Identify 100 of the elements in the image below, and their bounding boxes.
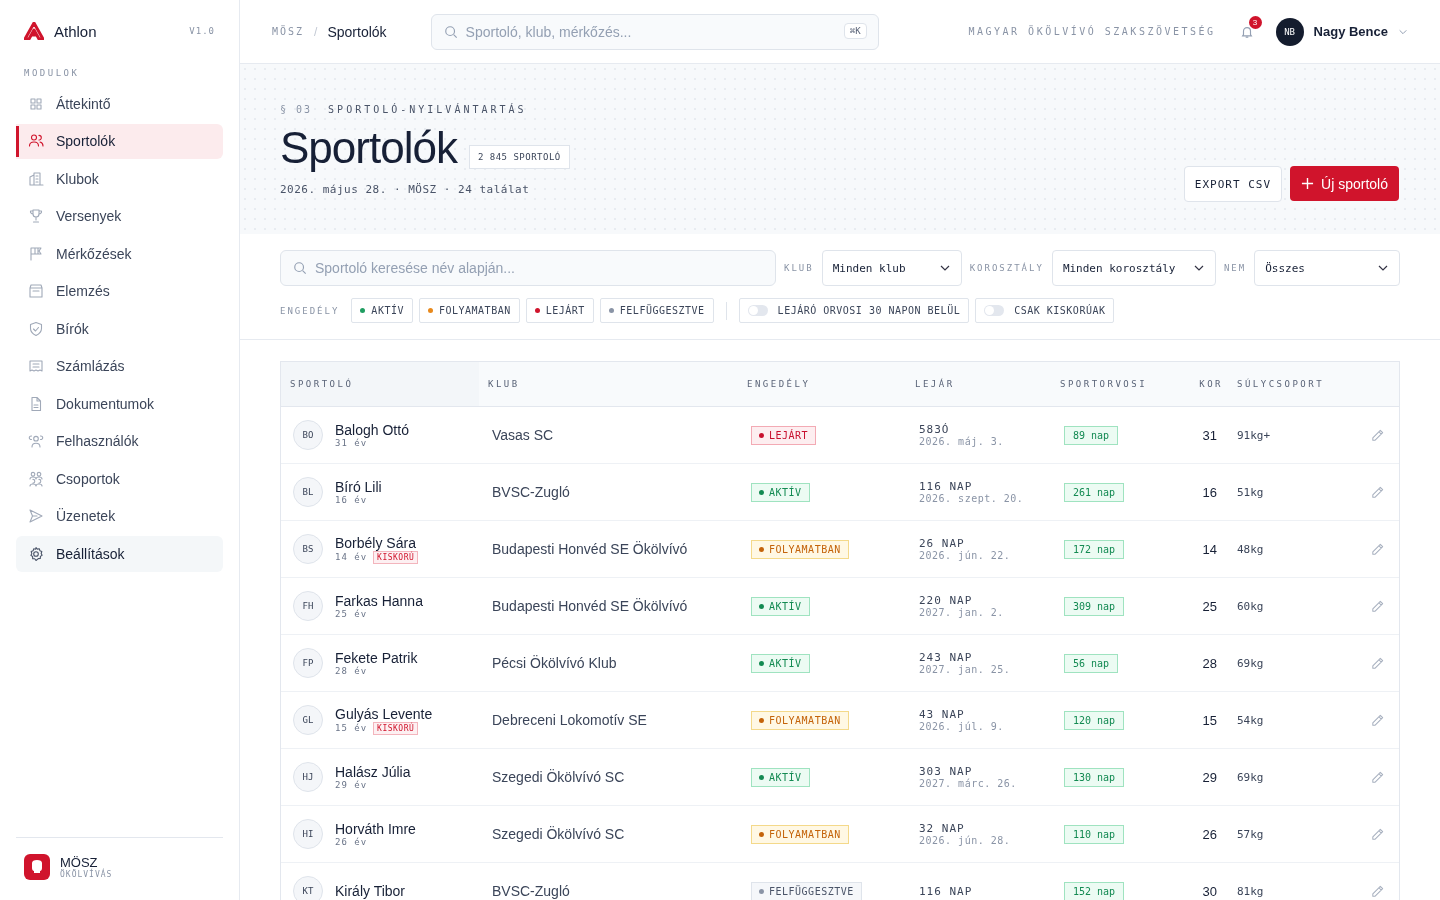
athlete-avatar: GL: [293, 705, 323, 735]
sidebar-item[interactable]: Elemzés: [16, 273, 223, 309]
age-value: 25: [1201, 597, 1218, 616]
athlete-search-field[interactable]: Sportoló keresése név alapján...: [280, 250, 776, 286]
club-name: Szegedi Ökölvívó SC: [491, 768, 626, 787]
club-name: BVSC-Zugló: [491, 882, 571, 900]
athlete-name[interactable]: Borbély Sára: [335, 534, 419, 551]
nav-icon: [28, 433, 44, 450]
expiry-date: 2027. jan. 25.: [919, 664, 1011, 675]
medical-validity: 261 nap: [1064, 482, 1125, 502]
athlete-name[interactable]: Farkas Hanna: [335, 593, 423, 609]
logo-icon: [24, 22, 44, 40]
edit-icon[interactable]: [1370, 541, 1385, 557]
edit-icon[interactable]: [1370, 598, 1385, 614]
club-name: Szegedi Ökölvívó SC: [491, 825, 626, 844]
club-name: Budapesti Honvéd SE Ökölvívó: [491, 597, 689, 616]
athlete-avatar: HI: [293, 819, 323, 849]
license-status: AKTÍV: [751, 653, 810, 673]
medical-validity: 56 nap: [1064, 653, 1119, 673]
sidebar-item[interactable]: Számlázás: [16, 348, 223, 384]
breadcrumb-separator: /: [314, 24, 318, 39]
weight-class: 54kg: [1236, 712, 1265, 729]
filter-dropdown[interactable]: Minden klub: [821, 250, 962, 286]
medical-validity: 172 nap: [1064, 539, 1125, 559]
age-value: 16: [1201, 483, 1218, 502]
status-filter-chip[interactable]: FOLYAMATBAN: [418, 298, 520, 323]
athlete-name[interactable]: Horváth Imre: [335, 821, 416, 837]
toggle-filter[interactable]: LEJÁRÓ ORVOSI 30 NAPON BELÜL: [738, 298, 970, 323]
nav-icon: [28, 283, 44, 300]
org-name: MÖSZ: [60, 855, 98, 870]
license-status: FOLYAMATBAN: [751, 710, 849, 730]
org-subtitle: ÖKÖLVÍVÁS: [60, 870, 113, 879]
nav-icon: [28, 95, 44, 112]
athlete-name[interactable]: Halász Júlia: [335, 764, 411, 780]
edit-icon[interactable]: [1370, 883, 1385, 899]
sidebar-item[interactable]: Sportolók: [16, 123, 223, 159]
column-header: KOR: [1198, 378, 1224, 391]
sidebar-item[interactable]: Dokumentumok: [16, 386, 223, 422]
nav-icon: [28, 395, 44, 412]
filter-label: NEM: [1223, 263, 1247, 273]
athlete-name[interactable]: Balogh Ottó: [335, 422, 409, 438]
filter-dropdown[interactable]: Összes: [1254, 250, 1400, 286]
athlete-name[interactable]: Bíró Lili: [335, 479, 382, 495]
edit-icon[interactable]: [1370, 427, 1385, 443]
athlete-age: 28 év: [335, 666, 368, 676]
medical-validity: 130 nap: [1064, 767, 1125, 787]
column-header: SPORTORVOSI: [1059, 378, 1149, 391]
section-label: MODULOK: [23, 67, 81, 80]
new-athlete-button[interactable]: Új sportoló: [1290, 166, 1399, 201]
athlete-age: 16 év: [335, 495, 368, 505]
expiry-days: 243 NAP: [919, 651, 973, 664]
organization-name: MAGYAR ÖKÖLVÍVÓ SZAKSZÖVETSÉG: [968, 26, 1216, 37]
medical-validity: 152 nap: [1064, 881, 1125, 900]
sidebar-item[interactable]: Felhasználók: [16, 423, 223, 459]
status-filter-chip[interactable]: FELFÜGGESZTVE: [599, 298, 714, 323]
athlete-avatar: KT: [293, 876, 323, 900]
sidebar-item[interactable]: Versenyek: [16, 198, 223, 234]
bell-icon[interactable]: [1239, 24, 1254, 39]
toggle-switch[interactable]: [984, 305, 1005, 316]
athlete-name[interactable]: Gulyás Levente: [335, 705, 433, 722]
edit-icon[interactable]: [1370, 484, 1385, 500]
sidebar-item[interactable]: Bírók: [16, 311, 223, 347]
sidebar-item[interactable]: Klubok: [16, 161, 223, 197]
age-value: 14: [1201, 540, 1218, 559]
license-status: AKTÍV: [751, 596, 810, 616]
edit-icon[interactable]: [1370, 769, 1385, 785]
license-status: LEJÁRT: [751, 425, 817, 445]
status-filter-chip[interactable]: LEJÁRT: [525, 298, 594, 323]
edit-icon[interactable]: [1370, 655, 1385, 671]
minor-tag: KISKORÚ: [373, 721, 419, 735]
sidebar-item[interactable]: Csoportok: [16, 461, 223, 497]
weight-class: 51kg: [1236, 484, 1265, 501]
export-button[interactable]: EXPORT CSV: [1183, 166, 1283, 202]
weight-class: 81kg: [1236, 883, 1265, 900]
column-header: KLUB: [487, 378, 521, 391]
filter-dropdown[interactable]: Minden korosztály: [1051, 250, 1216, 286]
athlete-name[interactable]: Király Tibor: [335, 883, 406, 899]
filter-label: ENGEDÉLY: [280, 305, 340, 316]
toggle-filter[interactable]: CSAK KISKORÚAK: [975, 298, 1115, 323]
athlete-avatar: HJ: [293, 762, 323, 792]
column-header: SPORTOLÓ: [281, 362, 479, 406]
column-header: ENGEDÉLY: [746, 377, 812, 391]
toggle-switch[interactable]: [747, 305, 768, 316]
age-value: 30: [1201, 882, 1218, 900]
status-filter-chip[interactable]: AKTÍV: [351, 298, 413, 323]
expiry-days: 116 NAP: [919, 480, 973, 493]
user-name[interactable]: Nagy Bence: [1313, 24, 1388, 39]
edit-icon[interactable]: [1370, 712, 1385, 728]
athlete-age: 25 év: [335, 609, 368, 619]
athlete-avatar: BL: [293, 477, 323, 507]
athlete-name[interactable]: Fekete Patrik: [335, 650, 418, 666]
sidebar-item[interactable]: Beállítások: [16, 536, 223, 572]
nav-icon: [28, 208, 44, 225]
app-name: Athlon: [54, 22, 98, 40]
sidebar-item[interactable]: Mérkőzések: [16, 236, 223, 272]
page-title: Sportolók: [280, 122, 457, 174]
sidebar-item[interactable]: Áttekintő: [16, 86, 223, 122]
sidebar-item[interactable]: Üzenetek: [16, 498, 223, 534]
edit-icon[interactable]: [1370, 826, 1385, 842]
version-label: V1.0: [189, 26, 215, 36]
